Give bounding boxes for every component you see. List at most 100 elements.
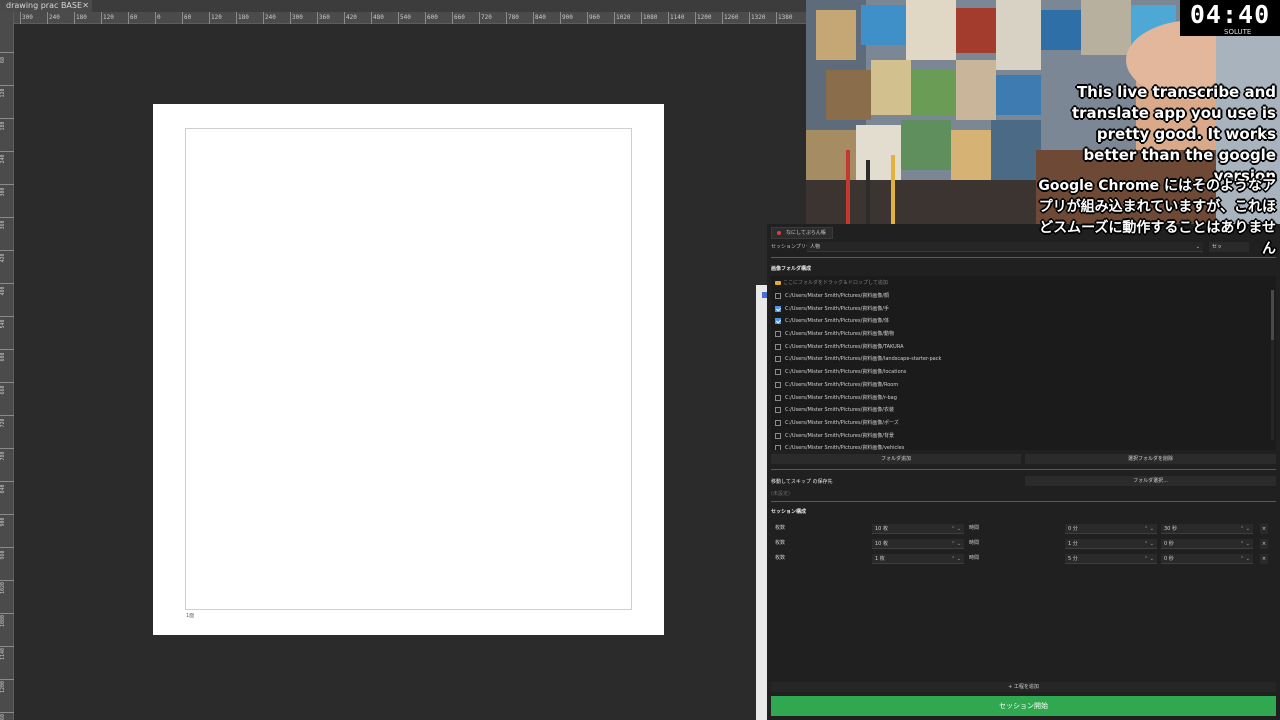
ruler-tick-label: 420 xyxy=(0,253,6,263)
document-tab[interactable]: drawing prac BASE ✕ xyxy=(0,0,92,12)
ruler-tick: 300 xyxy=(20,12,33,24)
minutes-stepper-value: 0 分 xyxy=(1068,526,1078,532)
skip-folder-path: (未設定) xyxy=(771,491,790,497)
stepper-arrows-icon[interactable]: ⌃ ⌄ xyxy=(1144,554,1154,564)
remove-row-button[interactable]: × xyxy=(1260,524,1268,534)
remove-row-button[interactable]: × xyxy=(1260,554,1268,564)
ruler-tick: 1320 xyxy=(749,12,765,24)
vertical-ruler: 60 120 180 240 300 360 420 480 540 600 660 720 780 84… xyxy=(0,12,14,720)
folder-row[interactable]: C:/Users/Mister Smith/Pictures/資料画像/r-ba… xyxy=(775,392,1270,405)
close-icon[interactable]: ✕ xyxy=(82,0,89,12)
ruler-tick-label: 360 xyxy=(0,220,6,230)
folder-checkbox[interactable] xyxy=(775,381,781,388)
ruler-tick: 120 xyxy=(0,85,14,98)
count-stepper[interactable]: 10 枚 ⌃ ⌄ xyxy=(872,539,964,549)
folder-path: C:/Users/Mister Smith/Pictures/資料画像/loca… xyxy=(785,369,907,376)
stepper-arrows-icon[interactable]: ⌃ ⌄ xyxy=(951,554,961,564)
ruler-tick: 960 xyxy=(0,547,14,560)
folder-list-box[interactable]: ここにフォルダをドラッグ＆ドロップして追加 C:/Users/Mister Sm… xyxy=(771,276,1276,450)
remove-folder-button[interactable]: 選択フォルダを削除 xyxy=(1025,454,1276,464)
panel-tab[interactable]: なにしてぷらん帳 xyxy=(771,227,833,239)
add-folder-button[interactable]: フォルダ追加 xyxy=(771,454,1021,464)
folder-row[interactable]: C:/Users/Mister Smith/Pictures/資料画像/Room xyxy=(775,379,1270,392)
folder-icon xyxy=(775,281,781,285)
add-step-button[interactable]: + 工程を追加 xyxy=(771,682,1276,692)
folder-row[interactable]: C:/Users/Mister Smith/Pictures/資料画像/背景 xyxy=(775,430,1270,443)
folder-checkbox[interactable] xyxy=(775,343,781,350)
stepper-arrows-icon[interactable]: ⌃ ⌄ xyxy=(1240,539,1250,549)
stepper-arrows-icon[interactable]: ⌃ ⌄ xyxy=(951,539,961,549)
folder-path: C:/Users/Mister Smith/Pictures/資料画像/動物 xyxy=(785,331,894,338)
document-tabbar: drawing prac BASE ✕ xyxy=(0,0,806,12)
drawing-canvas[interactable]: 1面 xyxy=(153,104,664,635)
folder-row[interactable]: C:/Users/Mister Smith/Pictures/資料画像/loca… xyxy=(775,366,1270,379)
ruler-tick: 300 xyxy=(290,12,303,24)
folder-row[interactable]: C:/Users/Mister Smith/Pictures/資料画像/体 xyxy=(775,315,1270,328)
folder-checkbox[interactable] xyxy=(775,318,781,325)
seconds-stepper[interactable]: 30 秒 ⌃ ⌄ xyxy=(1161,524,1253,534)
count-label: 枚数 xyxy=(775,525,786,531)
start-session-button[interactable]: セッション開始 xyxy=(771,696,1276,716)
select-folder-button[interactable]: フォルダ選択... xyxy=(1025,476,1276,486)
count-stepper[interactable]: 10 枚 ⌃ ⌄ xyxy=(872,524,964,534)
folder-checkbox[interactable] xyxy=(775,331,781,338)
minutes-stepper[interactable]: 1 分 ⌃ ⌄ xyxy=(1065,539,1157,549)
stream-timer-sub: SOLUTE xyxy=(1224,28,1252,36)
ruler-tick-label: 540 xyxy=(0,319,6,329)
folder-checkbox[interactable] xyxy=(775,419,781,426)
remove-row-button[interactable]: × xyxy=(1260,539,1268,549)
seconds-stepper[interactable]: 0 秒 ⌃ ⌄ xyxy=(1161,554,1253,564)
ruler-tick-label: 600 xyxy=(0,352,6,362)
ruler-tick: 1260 xyxy=(722,12,738,24)
folder-checkbox[interactable] xyxy=(775,445,781,450)
count-stepper[interactable]: 1 枚 ⌃ ⌄ xyxy=(872,554,964,564)
ruler-tick-label: 180 xyxy=(0,121,6,131)
ruler-tick: 240 xyxy=(263,12,276,24)
ruler-tick-label: 1200 xyxy=(0,680,6,694)
ruler-tick-label: 660 xyxy=(0,385,6,395)
folder-row[interactable]: C:/Users/Mister Smith/Pictures/資料画像/TAKU… xyxy=(775,341,1270,354)
ruler-tick: 600 xyxy=(0,349,14,362)
folder-path: C:/Users/Mister Smith/Pictures/資料画像/背景 xyxy=(785,432,894,439)
minutes-stepper[interactable]: 0 分 ⌃ ⌄ xyxy=(1065,524,1157,534)
folder-checkbox[interactable] xyxy=(775,394,781,401)
folder-row[interactable]: C:/Users/Mister Smith/Pictures/資料画像/vehi… xyxy=(775,442,1270,450)
stepper-arrows-icon[interactable]: ⌃ ⌄ xyxy=(951,524,961,534)
ruler-tick-label: 1020 xyxy=(0,581,6,595)
ruler-tick: 900 xyxy=(560,12,573,24)
minutes-stepper[interactable]: 5 分 ⌃ ⌄ xyxy=(1065,554,1157,564)
seconds-stepper[interactable]: 0 秒 ⌃ ⌄ xyxy=(1161,539,1253,549)
ruler-tick: 1200 xyxy=(695,12,711,24)
folder-row[interactable]: C:/Users/Mister Smith/Pictures/資料画像/ポーズ xyxy=(775,417,1270,430)
ruler-tick: 60 xyxy=(0,52,14,63)
folder-checkbox[interactable] xyxy=(775,407,781,414)
ruler-tick: 1080 xyxy=(0,613,14,627)
ruler-tick-label: 840 xyxy=(0,484,6,494)
ruler-tick: 840 xyxy=(0,481,14,494)
folder-row[interactable]: C:/Users/Mister Smith/Pictures/資料画像/動物 xyxy=(775,328,1270,341)
folder-row[interactable]: C:/Users/Mister Smith/Pictures/資料画像/land… xyxy=(775,353,1270,366)
stepper-arrows-icon[interactable]: ⌃ ⌄ xyxy=(1240,554,1250,564)
folder-row[interactable]: C:/Users/Mister Smith/Pictures/資料画像/顔 xyxy=(775,290,1270,303)
folder-checkbox[interactable] xyxy=(775,432,781,439)
ruler-tick-label: 960 xyxy=(0,550,6,560)
stepper-arrows-icon[interactable]: ⌃ ⌄ xyxy=(1144,539,1154,549)
seconds-stepper-value: 0 秒 xyxy=(1164,541,1174,547)
seconds-stepper-value: 0 秒 xyxy=(1164,556,1174,562)
ruler-tick: 240 xyxy=(47,12,60,24)
ruler-tick: 720 xyxy=(0,415,14,428)
stepper-arrows-icon[interactable]: ⌃ ⌄ xyxy=(1240,524,1250,534)
folder-row[interactable]: C:/Users/Mister Smith/Pictures/資料画像/手 xyxy=(775,303,1270,316)
stepper-arrows-icon[interactable]: ⌃ ⌄ xyxy=(1144,524,1154,534)
folder-row[interactable]: C:/Users/Mister Smith/Pictures/資料画像/衣装 xyxy=(775,404,1270,417)
drop-hint: ここにフォルダをドラッグ＆ドロップして追加 xyxy=(773,278,888,288)
time-label: 時間 xyxy=(969,540,980,546)
scrollbar-thumb[interactable] xyxy=(1271,290,1274,340)
folder-path: C:/Users/Mister Smith/Pictures/資料画像/r-ba… xyxy=(785,394,897,401)
ruler-tick: 480 xyxy=(0,283,14,296)
folder-checkbox[interactable] xyxy=(775,369,781,376)
folder-checkbox[interactable] xyxy=(775,305,781,312)
folder-list-scrollbar[interactable] xyxy=(1271,290,1274,440)
folder-checkbox[interactable] xyxy=(775,293,781,299)
folder-checkbox[interactable] xyxy=(775,356,781,363)
